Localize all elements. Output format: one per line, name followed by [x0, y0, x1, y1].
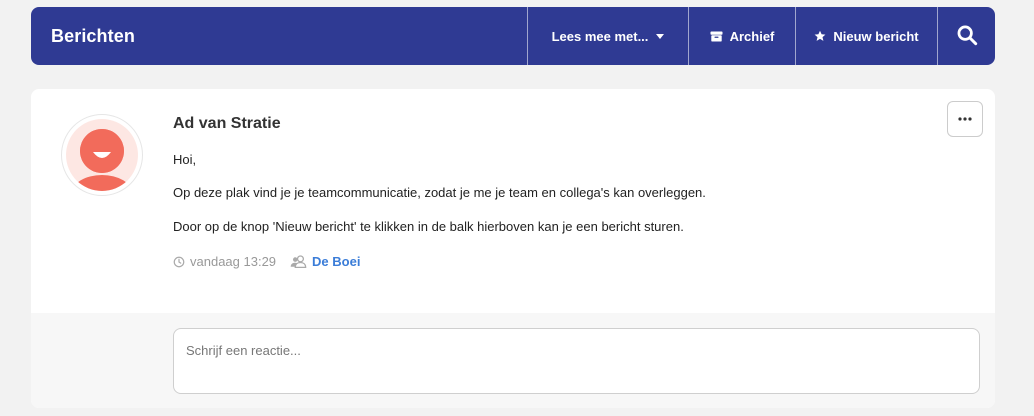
read-along-label: Lees mee met...	[551, 28, 649, 44]
search-button[interactable]	[937, 7, 995, 65]
team-name: De Boei	[312, 254, 361, 269]
clock-icon	[173, 256, 185, 267]
page-title: Berichten	[51, 25, 135, 46]
avatar	[61, 114, 143, 196]
smiley-avatar-icon	[66, 119, 138, 191]
new-message-label: Nieuw bericht	[833, 28, 919, 44]
post-timestamp: vandaag 13:29	[173, 254, 276, 269]
read-along-dropdown[interactable]: Lees mee met...	[527, 7, 688, 65]
post-text-line: Hoi,	[173, 152, 197, 167]
post-author: Ad van Stratie	[173, 115, 281, 132]
search-icon	[956, 24, 978, 49]
post-meta: vandaag 13:29 De Boei	[173, 254, 360, 269]
top-navigation-bar: Berichten Lees mee met... Archief Nieuw …	[31, 7, 995, 65]
ellipsis-icon	[958, 117, 972, 121]
users-icon	[290, 255, 307, 268]
caret-down-icon	[656, 33, 665, 39]
post-text-line: Door op de knop 'Nieuw bericht' te klikk…	[173, 219, 684, 234]
new-message-button[interactable]: Nieuw bericht	[795, 7, 937, 65]
team-link[interactable]: De Boei	[290, 254, 360, 269]
archive-box-icon	[710, 31, 723, 42]
star-icon	[814, 30, 826, 42]
timestamp-text: vandaag 13:29	[190, 254, 277, 269]
more-options-button[interactable]	[947, 101, 983, 137]
archive-label: Archief	[729, 28, 775, 44]
post-text-line: Op deze plak vind je je teamcommunicatie…	[173, 185, 706, 200]
message-card: Ad van Stratie Hoi, Op deze plak vind je…	[31, 89, 995, 408]
reply-input[interactable]	[173, 328, 980, 394]
archive-button[interactable]: Archief	[688, 7, 795, 65]
